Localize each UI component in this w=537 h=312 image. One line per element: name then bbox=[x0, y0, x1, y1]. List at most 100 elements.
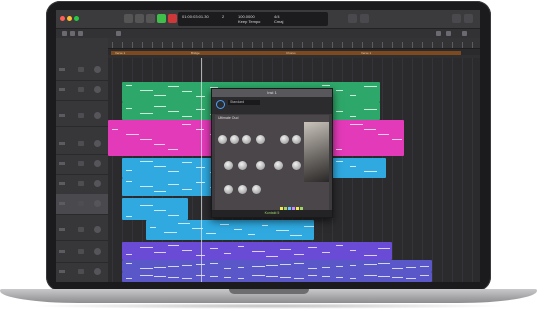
ruler-tick bbox=[192, 42, 193, 48]
midi-note bbox=[196, 129, 204, 130]
volume-knob-icon[interactable] bbox=[94, 140, 101, 147]
ruler-tick bbox=[222, 42, 223, 48]
volume-knob-icon[interactable] bbox=[94, 268, 101, 275]
minimize-window-icon[interactable] bbox=[67, 16, 72, 21]
knob[interactable] bbox=[224, 185, 233, 194]
knob[interactable] bbox=[224, 161, 233, 170]
grid-line bbox=[442, 58, 443, 282]
knob[interactable] bbox=[242, 135, 251, 144]
mute-button[interactable] bbox=[78, 87, 84, 92]
arrangement-marker[interactable]: Verse 1 bbox=[115, 51, 125, 55]
pencil-tool-icon[interactable] bbox=[446, 31, 451, 36]
ruler-tick bbox=[152, 42, 153, 48]
edit-menu-icon[interactable] bbox=[62, 31, 67, 36]
ruler-tick bbox=[112, 42, 113, 48]
playhead[interactable] bbox=[201, 58, 202, 282]
knob[interactable] bbox=[230, 135, 239, 144]
browser-button[interactable] bbox=[464, 14, 473, 23]
volume-knob-icon[interactable] bbox=[94, 160, 101, 167]
zoom-window-icon[interactable] bbox=[74, 16, 79, 21]
knob[interactable] bbox=[280, 135, 289, 144]
track-number bbox=[59, 142, 65, 145]
ruler-tick bbox=[432, 42, 433, 48]
track-header[interactable] bbox=[56, 194, 108, 215]
ruler-tick bbox=[322, 42, 323, 48]
metronome-button[interactable] bbox=[360, 14, 369, 23]
library-button[interactable] bbox=[452, 14, 461, 23]
preset-menu[interactable]: Standard bbox=[228, 100, 260, 105]
mute-button[interactable] bbox=[78, 201, 84, 206]
volume-knob-icon[interactable] bbox=[94, 112, 101, 119]
track-header[interactable] bbox=[56, 262, 108, 282]
midi-note bbox=[154, 95, 166, 96]
knob[interactable] bbox=[274, 161, 283, 170]
mute-button[interactable] bbox=[78, 249, 84, 254]
cycle-button[interactable] bbox=[348, 14, 357, 23]
pointer-tool-icon[interactable] bbox=[436, 31, 441, 36]
track-region[interactable] bbox=[122, 272, 432, 282]
mute-button[interactable] bbox=[78, 227, 84, 232]
play-button[interactable] bbox=[157, 14, 166, 23]
track-header[interactable] bbox=[56, 154, 108, 175]
mute-button[interactable] bbox=[78, 141, 84, 146]
volume-knob-icon[interactable] bbox=[94, 248, 101, 255]
arrangement-marker[interactable]: Verse 1 bbox=[361, 51, 371, 55]
track-region[interactable] bbox=[146, 220, 314, 240]
knob[interactable] bbox=[292, 135, 301, 144]
volume-knob-icon[interactable] bbox=[94, 180, 101, 187]
keyswitch-strip[interactable] bbox=[280, 202, 304, 215]
close-window-icon[interactable] bbox=[60, 16, 65, 21]
midi-note bbox=[140, 90, 153, 91]
arrangement-marker[interactable]: Chorus bbox=[286, 51, 296, 55]
mute-button[interactable] bbox=[78, 269, 84, 274]
volume-knob-icon[interactable] bbox=[94, 86, 101, 93]
midi-note bbox=[164, 232, 177, 233]
knob[interactable] bbox=[256, 135, 265, 144]
volume-knob-icon[interactable] bbox=[94, 226, 101, 233]
midi-note bbox=[182, 189, 192, 190]
record-button[interactable] bbox=[168, 14, 177, 23]
knob[interactable] bbox=[292, 161, 301, 170]
midi-note bbox=[168, 171, 179, 172]
functions-menu-icon[interactable] bbox=[70, 31, 75, 36]
ruler-tick bbox=[422, 42, 423, 48]
mute-button[interactable] bbox=[78, 67, 84, 72]
knob[interactable] bbox=[218, 135, 227, 144]
power-icon[interactable] bbox=[216, 100, 225, 109]
instrument-plugin-window[interactable]: Inst 1 Standard Ultimate Oud Kontakt 5 bbox=[211, 88, 333, 218]
track-header[interactable] bbox=[56, 106, 108, 127]
arrangement-marker[interactable]: Bridge bbox=[191, 51, 200, 55]
midi-note bbox=[308, 247, 317, 248]
track-number bbox=[59, 162, 65, 165]
knob[interactable] bbox=[238, 161, 247, 170]
zoom-slider-icon[interactable] bbox=[462, 31, 467, 36]
midi-note bbox=[364, 129, 376, 130]
track-header[interactable] bbox=[56, 60, 108, 81]
volume-knob-icon[interactable] bbox=[94, 66, 101, 73]
bar-ruler[interactable] bbox=[108, 38, 480, 49]
track-header[interactable] bbox=[56, 174, 108, 195]
mute-button[interactable] bbox=[78, 161, 84, 166]
forward-button[interactable] bbox=[135, 14, 144, 23]
stop-button[interactable] bbox=[146, 14, 155, 23]
rewind-button[interactable] bbox=[124, 14, 133, 23]
view-menu-icon[interactable] bbox=[78, 31, 83, 36]
knob[interactable] bbox=[256, 161, 265, 170]
knob[interactable] bbox=[252, 185, 261, 194]
track-region[interactable] bbox=[122, 242, 392, 260]
volume-knob-icon[interactable] bbox=[94, 200, 101, 207]
track-header[interactable] bbox=[56, 220, 108, 241]
mute-button[interactable] bbox=[78, 113, 84, 118]
midi-note bbox=[126, 170, 132, 171]
mute-button[interactable] bbox=[78, 181, 84, 186]
midi-note bbox=[224, 277, 231, 278]
track-region[interactable] bbox=[122, 260, 432, 272]
track-header[interactable] bbox=[56, 242, 108, 263]
catch-icon[interactable] bbox=[116, 31, 121, 36]
cycle-region[interactable]: Verse 1 Bridge Chorus Verse 1 bbox=[111, 51, 461, 55]
track-header[interactable] bbox=[56, 134, 108, 155]
track-header[interactable] bbox=[56, 80, 108, 101]
knob[interactable] bbox=[238, 185, 247, 194]
midi-note bbox=[350, 250, 356, 251]
track-region[interactable] bbox=[122, 198, 188, 220]
